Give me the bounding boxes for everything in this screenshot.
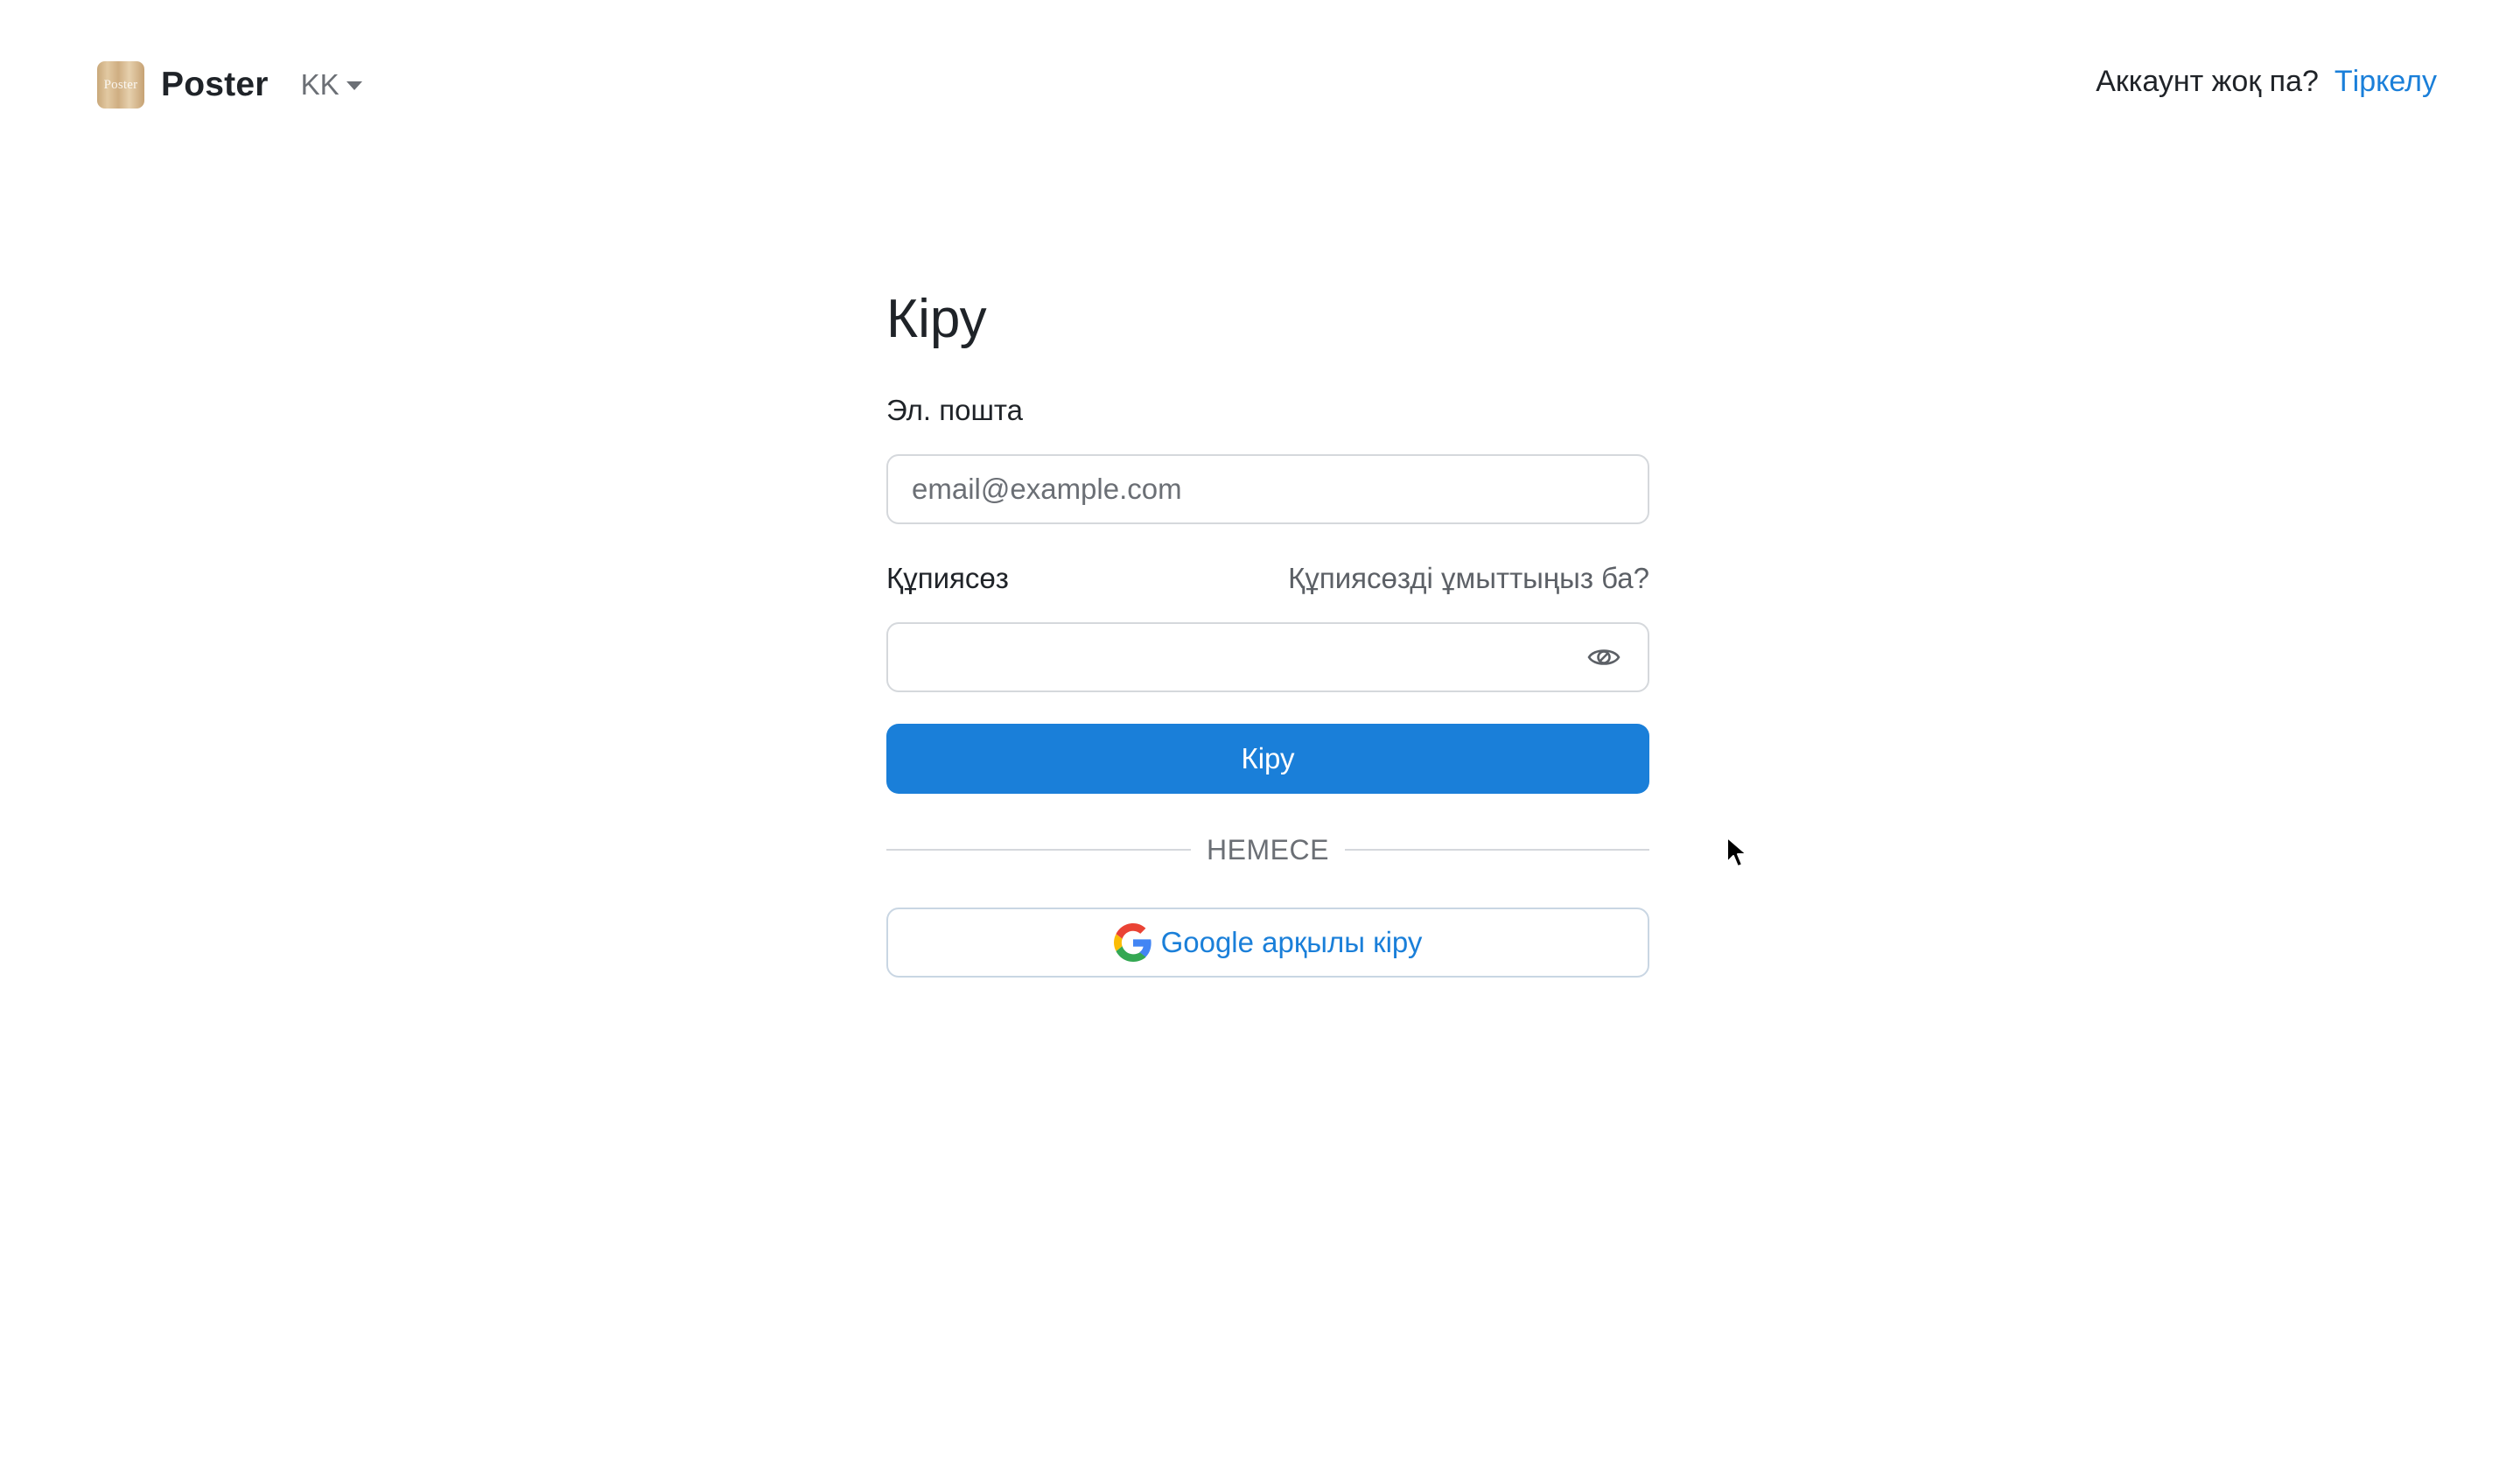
brand-name: Poster xyxy=(161,66,269,103)
language-selector[interactable]: KK xyxy=(301,68,362,102)
poster-logo-icon: Poster xyxy=(97,61,144,109)
brand[interactable]: Poster Poster KK xyxy=(97,61,362,109)
login-form: Кіру Эл. пошта Құпиясөз Құпиясөзді ұмытт… xyxy=(886,280,1649,978)
password-field[interactable] xyxy=(912,641,1624,674)
top-bar: Poster Poster KK Аккаунт жоқ па? Тіркелу xyxy=(0,0,2520,166)
password-label-row: Құпиясөз Құпиясөзді ұмыттыңыз ба? xyxy=(886,559,1649,598)
logo-text: Poster xyxy=(103,77,138,92)
email-label-row: Эл. пошта xyxy=(886,391,1649,430)
divider-line-left xyxy=(886,849,1192,851)
page-title: Кіру xyxy=(886,289,987,349)
email-label: Эл. пошта xyxy=(886,394,1024,426)
login-button[interactable]: Кіру xyxy=(886,724,1649,794)
eye-icon[interactable] xyxy=(1586,640,1621,675)
password-field-wrapper xyxy=(886,622,1649,692)
email-field[interactable] xyxy=(912,473,1624,506)
or-divider: НЕМЕСЕ xyxy=(886,832,1649,867)
divider-text: НЕМЕСЕ xyxy=(1207,833,1329,866)
account-prompt: Аккаунт жоқ па? Тіркелу xyxy=(2096,65,2437,99)
google-icon xyxy=(1113,923,1152,962)
account-question: Аккаунт жоқ па? xyxy=(2096,65,2319,98)
divider-line-right xyxy=(1344,849,1649,851)
password-label: Құпиясөз xyxy=(886,562,1009,594)
language-label: KK xyxy=(300,68,340,101)
forgot-password-link[interactable]: Құпиясөзді ұмыттыңыз ба? xyxy=(1288,562,1649,595)
caret-down-icon xyxy=(346,81,362,90)
google-login-button[interactable]: Google арқылы кіру xyxy=(886,908,1649,978)
google-login-label: Google арқылы кіру xyxy=(1160,926,1423,958)
mouse-cursor-icon xyxy=(1726,837,1747,867)
signup-link[interactable]: Тіркелу xyxy=(2334,65,2437,99)
email-field-wrapper xyxy=(886,454,1649,524)
